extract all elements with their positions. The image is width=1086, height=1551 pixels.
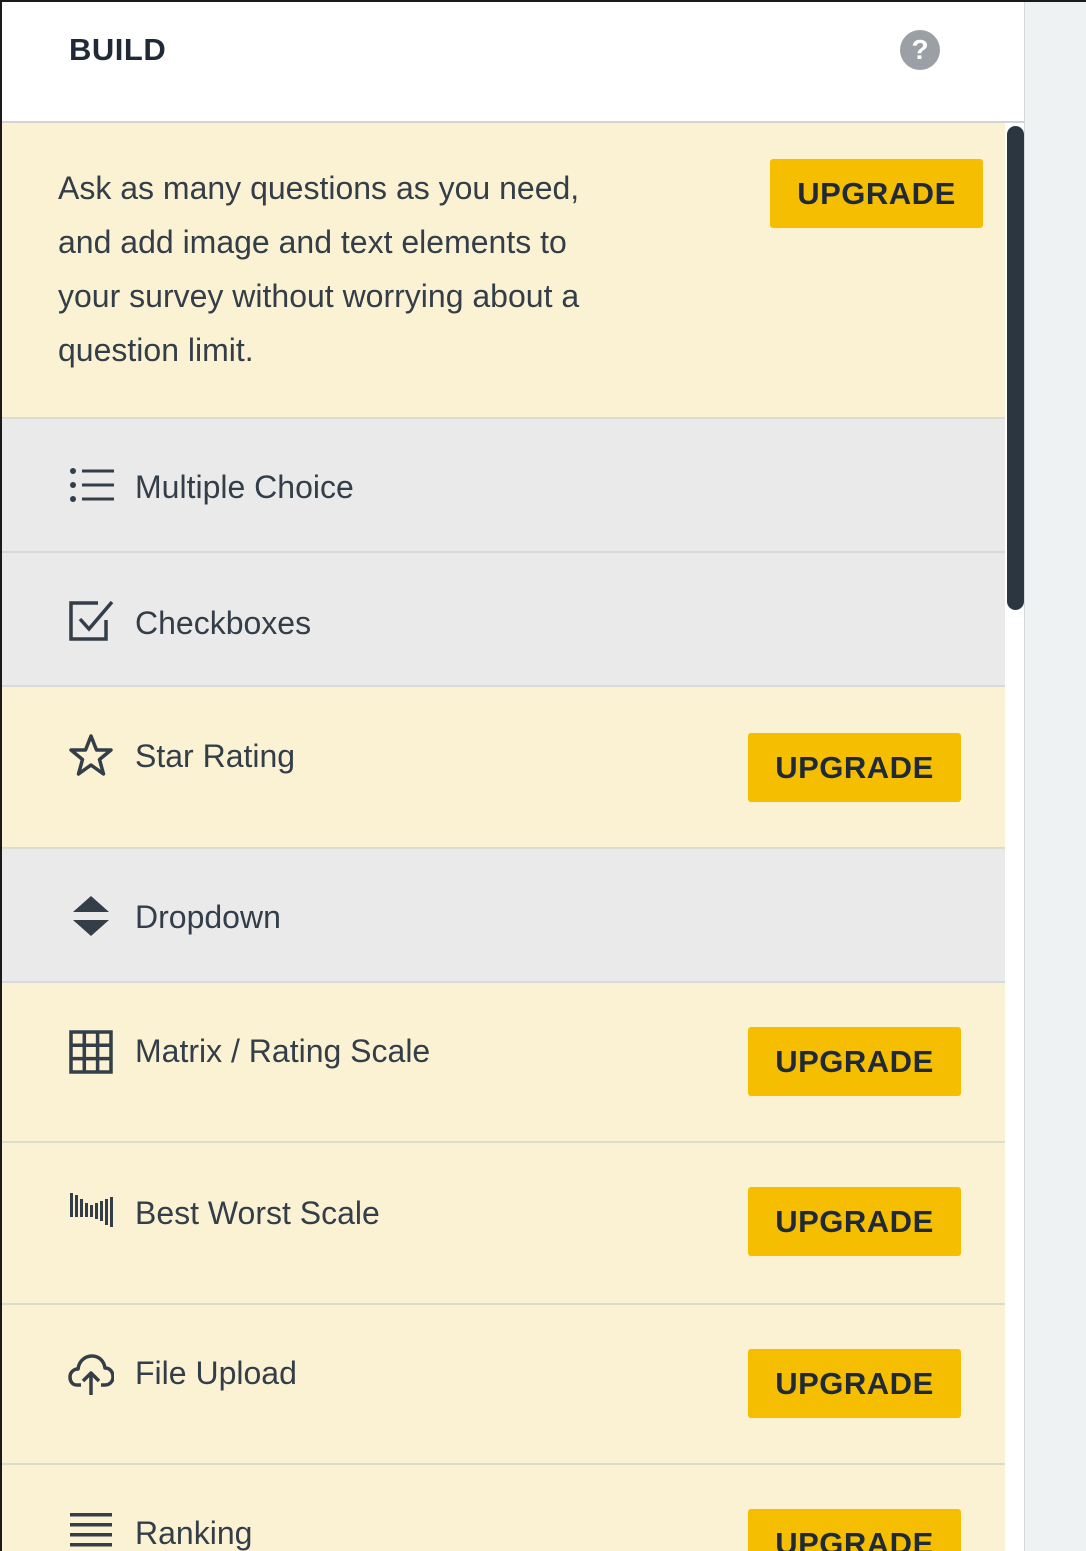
scale-bars-icon [70,1193,113,1227]
panel-header: BUILD ? [2,2,1024,123]
question-type-file-upload[interactable]: File Upload UPGRADE [2,1305,1005,1465]
question-type-label: Star Rating [135,738,296,774]
question-type-multiple-choice[interactable]: Multiple Choice [2,419,1005,553]
dropdown-arrows-icon [73,896,109,936]
checkbox-icon [69,600,114,641]
question-type-checkboxes[interactable]: Checkboxes [2,553,1005,687]
star-icon [69,734,113,776]
question-type-label: Dropdown [135,899,281,935]
upgrade-button[interactable]: UPGRADE [748,733,961,802]
question-type-list: Ask as many questions as you need, and a… [2,123,1005,1551]
question-type-label: File Upload [135,1355,297,1391]
question-type-label: Best Worst Scale [135,1195,380,1231]
ranking-lines-icon [70,1513,112,1547]
question-type-matrix-rating-scale[interactable]: Matrix / Rating Scale UPGRADE [2,983,1005,1143]
question-type-label: Matrix / Rating Scale [135,1033,431,1069]
build-panel: BUILD ? Ask as many questions as you nee… [2,2,1025,1551]
panel-title: BUILD [69,32,167,67]
list-icon [70,468,114,502]
question-type-label: Checkboxes [135,605,312,641]
scrollbar-thumb[interactable] [1007,126,1024,610]
question-type-ranking[interactable]: Ranking UPGRADE [2,1465,1005,1551]
upgrade-button[interactable]: UPGRADE [748,1349,961,1418]
question-type-best-worst-scale[interactable]: Best Worst Scale UPGRADE [2,1143,1005,1305]
promo-upgrade-button[interactable]: UPGRADE [770,159,983,228]
upgrade-promo-banner: Ask as many questions as you need, and a… [2,123,1005,419]
upgrade-button[interactable]: UPGRADE [748,1027,961,1096]
question-type-dropdown[interactable]: Dropdown [2,849,1005,983]
promo-text: Ask as many questions as you need, and a… [58,170,580,368]
upgrade-button[interactable]: UPGRADE [748,1509,961,1551]
help-circle-icon[interactable]: ? [900,30,940,70]
upgrade-button[interactable]: UPGRADE [748,1187,961,1256]
grid-icon [69,1030,113,1074]
question-type-label: Multiple Choice [135,469,354,505]
question-type-star-rating[interactable]: Star Rating UPGRADE [2,687,1005,849]
question-type-label: Ranking [135,1515,253,1551]
cloud-upload-icon [68,1354,114,1395]
